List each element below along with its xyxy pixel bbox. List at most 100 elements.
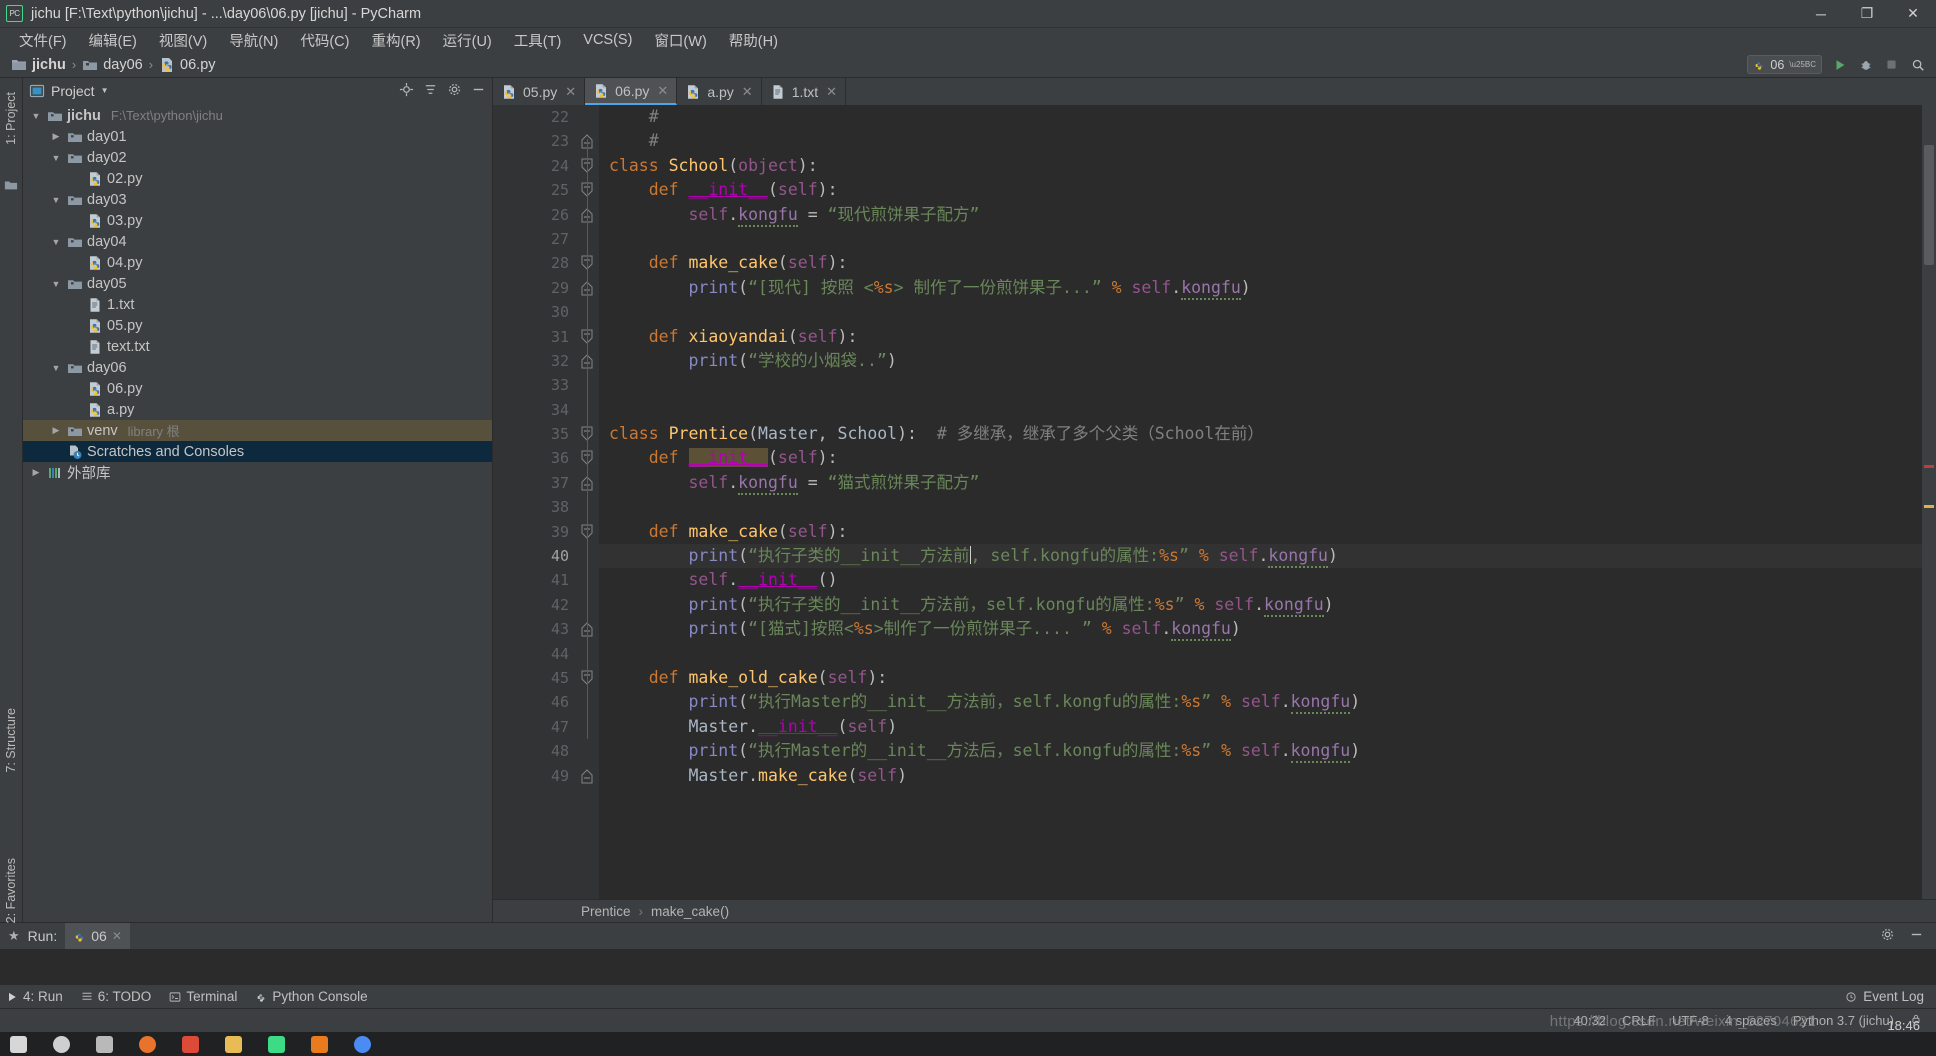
line-number[interactable]: 32 (493, 349, 577, 373)
tree-item-scratches-and-consoles[interactable]: Scratches and Consoles (23, 441, 492, 462)
menu-window[interactable]: 窗口(W) (643, 28, 717, 53)
code-line[interactable] (599, 495, 1922, 519)
code-line[interactable] (599, 398, 1922, 422)
code-content[interactable]: # # class School(object): def __init__(se… (599, 105, 1922, 899)
line-number[interactable]: 42 (493, 593, 577, 617)
fold-marker[interactable] (577, 764, 599, 788)
close-icon[interactable]: ✕ (742, 84, 753, 100)
tree-item-day03[interactable]: ▼ day03 (23, 189, 492, 210)
chevron-down-icon[interactable]: ▼ (101, 86, 109, 95)
editor-breadcrumb-method[interactable]: make_cake() (651, 904, 729, 919)
fold-marker[interactable] (577, 520, 599, 544)
fold-marker[interactable] (577, 154, 599, 178)
code-folding-column[interactable] (577, 105, 599, 899)
fold-marker[interactable] (577, 251, 599, 275)
locate-icon[interactable] (399, 82, 414, 100)
menu-vcs[interactable]: VCS(S) (572, 30, 643, 50)
minimize-button[interactable]: ─ (1798, 0, 1844, 28)
code-line[interactable]: Master.__init__(self) (599, 715, 1922, 739)
chevron-right-icon[interactable]: ▶ (49, 131, 63, 142)
line-number[interactable]: 40 (493, 544, 577, 568)
fold-marker[interactable] (577, 178, 599, 202)
start-icon[interactable] (10, 1035, 27, 1053)
line-number[interactable]: 29 (493, 276, 577, 300)
line-number[interactable]: 26 (493, 203, 577, 227)
tree-item-06-py[interactable]: 06.py (23, 378, 492, 399)
sidebar-tab-project[interactable]: 1: Project (4, 92, 18, 145)
fold-marker[interactable] (577, 325, 599, 349)
code-line[interactable]: print(“执行子类的__init__方法前, self.kongfu的属性:… (599, 544, 1922, 569)
code-line[interactable]: # (599, 105, 1922, 129)
run-tab-06[interactable]: 06 ✕ (65, 923, 130, 949)
tree-item-jichu[interactable]: ▼ jichu F:\Text\python\jichu (23, 105, 492, 126)
tree-item-04-py[interactable]: 04.py (23, 252, 492, 273)
editor-tab-1txt[interactable]: 1.txt ✕ (761, 78, 847, 105)
event-log-button[interactable]: Event Log (1845, 989, 1936, 1004)
project-tree[interactable]: ▼ jichu F:\Text\python\jichu ▶ day01 ▼ day02 02… (23, 103, 492, 922)
sidebar-tab-favorites[interactable]: 2: Favorites (4, 858, 18, 923)
tree-item-02-py[interactable]: 02.py (23, 168, 492, 189)
pycharm-taskbar-icon[interactable] (268, 1035, 285, 1053)
taskview-icon[interactable] (96, 1035, 113, 1053)
code-line[interactable]: def make_cake(self): (599, 520, 1922, 544)
tree-item-a-py[interactable]: a.py (23, 399, 492, 420)
code-line[interactable] (599, 300, 1922, 324)
line-number[interactable]: 35 (493, 422, 577, 446)
line-number-gutter[interactable]: 22 23 24 25 26 27 28 29 30 31 32 33 34 35 36 37 38 39 40 41… (493, 105, 577, 899)
line-number[interactable]: 27 (493, 227, 577, 251)
line-number[interactable]: 22 (493, 105, 577, 129)
line-number[interactable]: 30 (493, 300, 577, 324)
tree-item-venv[interactable]: ▶ venv library 根 (23, 420, 492, 441)
code-line[interactable]: Master.make_cake(self) (599, 764, 1922, 788)
scrollbar-thumb[interactable] (1924, 145, 1934, 265)
menu-edit[interactable]: 编辑(E) (78, 28, 148, 53)
code-line[interactable]: self.__init__() (599, 568, 1922, 592)
code-line[interactable]: def make_cake(self): (599, 251, 1922, 275)
code-line[interactable]: print(“执行子类的__init__方法前，self.kongfu的属性:%… (599, 593, 1922, 617)
close-icon[interactable]: ✕ (565, 84, 576, 100)
tree-item-05-py[interactable]: 05.py (23, 315, 492, 336)
bottom-tab-run[interactable]: 4: Run (6, 989, 63, 1004)
tree-item-day06[interactable]: ▼ day06 (23, 357, 492, 378)
debug-icon[interactable] (1857, 56, 1874, 73)
menu-run[interactable]: 运行(U) (432, 28, 503, 53)
line-number[interactable]: 41 (493, 568, 577, 592)
chevron-down-icon[interactable]: ▼ (49, 237, 63, 247)
chevron-down-icon[interactable]: ▼ (49, 279, 63, 289)
breadcrumb-day06[interactable]: day06 (79, 56, 146, 74)
minimize-icon[interactable] (1909, 927, 1924, 945)
fold-marker[interactable] (577, 617, 599, 641)
bottom-tab-python-console[interactable]: Python Console (255, 989, 368, 1004)
error-stripe-marker[interactable] (1924, 465, 1934, 468)
chevron-down-icon[interactable]: ▼ (29, 111, 43, 121)
run-configuration-selector[interactable]: 06 \u25BC (1747, 55, 1822, 74)
fold-marker[interactable] (577, 129, 599, 153)
line-number[interactable]: 44 (493, 642, 577, 666)
code-line[interactable]: # (599, 129, 1922, 153)
folder-icon[interactable] (225, 1035, 242, 1053)
code-line[interactable] (599, 373, 1922, 397)
line-number[interactable]: 46 (493, 690, 577, 714)
tree-item-day01[interactable]: ▶ day01 (23, 126, 492, 147)
tree-item-day02[interactable]: ▼ day02 (23, 147, 492, 168)
tree-item-03-py[interactable]: 03.py (23, 210, 492, 231)
code-line[interactable]: print(“[现代] 按照 <%s> 制作了一份煎饼果子...” % self… (599, 276, 1922, 300)
hide-panel-icon[interactable] (471, 82, 486, 100)
line-number[interactable]: 37 (493, 471, 577, 495)
line-number[interactable]: 24 (493, 154, 577, 178)
search-icon[interactable] (53, 1035, 70, 1053)
line-number[interactable]: 31 (493, 325, 577, 349)
code-line[interactable]: def xiaoyandai(self): (599, 325, 1922, 349)
code-line[interactable]: def __init__(self): (599, 178, 1922, 202)
editor-tab-05py[interactable]: 05.py ✕ (493, 78, 586, 105)
line-number[interactable]: 47 (493, 715, 577, 739)
menu-tools[interactable]: 工具(T) (503, 28, 573, 53)
code-line[interactable]: print(“执行Master的__init__方法前，self.kongfu的… (599, 690, 1922, 715)
app-icon[interactable] (182, 1035, 199, 1053)
chevron-down-icon[interactable]: ▼ (49, 153, 63, 163)
line-number[interactable]: 28 (493, 251, 577, 275)
run-console-output[interactable] (0, 949, 1936, 984)
code-line[interactable] (599, 642, 1922, 666)
fold-marker[interactable] (577, 349, 599, 373)
line-number[interactable]: 38 (493, 495, 577, 519)
